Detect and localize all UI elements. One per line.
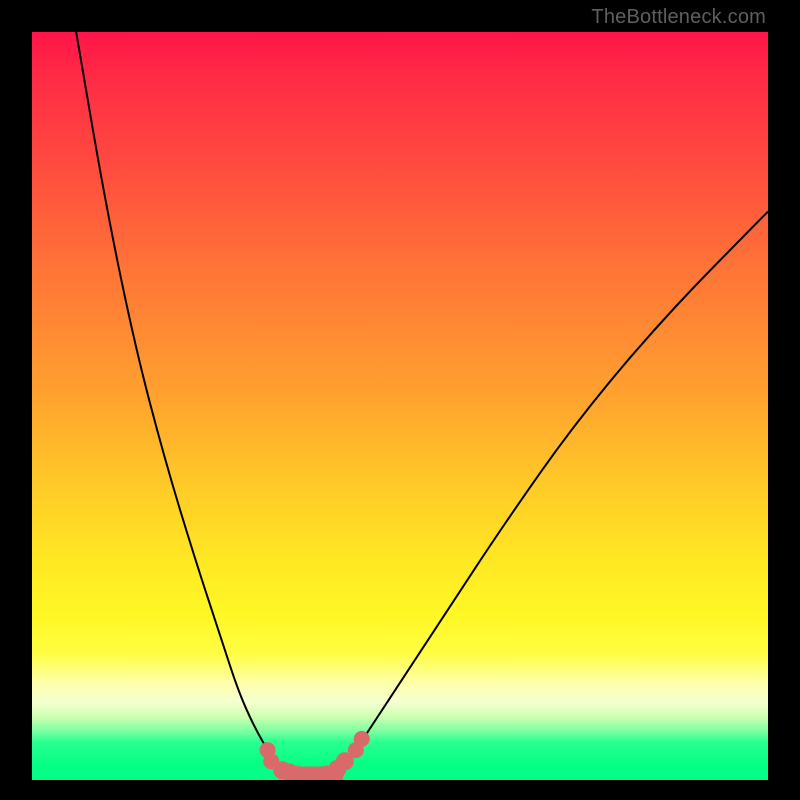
plot-area (32, 32, 768, 780)
left-branch-curve (76, 32, 297, 775)
right-branch-curve (326, 212, 768, 775)
data-marker (354, 731, 370, 747)
marker-group (260, 731, 370, 780)
chart-svg (32, 32, 768, 780)
watermark-text: TheBottleneck.com (591, 6, 766, 29)
outer-frame: TheBottleneck.com (0, 0, 800, 800)
